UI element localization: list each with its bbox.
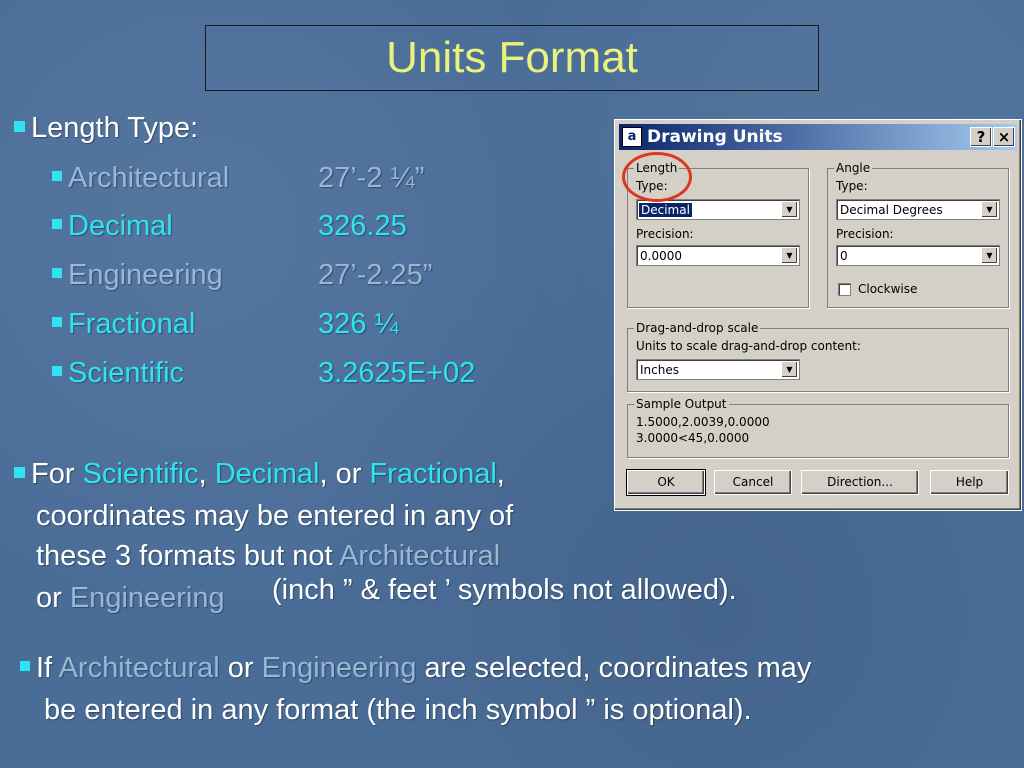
chevron-down-icon[interactable]: ▼ xyxy=(781,247,798,264)
chevron-down-icon[interactable]: ▼ xyxy=(981,201,998,218)
ok-button[interactable]: OK xyxy=(626,469,706,496)
term-decimal: Decimal xyxy=(214,458,320,490)
type-name: Fractional xyxy=(68,308,196,340)
type-name: Engineering xyxy=(68,259,223,291)
dialog-titlebar[interactable]: a Drawing Units ? × xyxy=(619,124,1017,150)
angle-type-select[interactable]: Decimal Degrees ▼ xyxy=(836,199,1000,220)
annotation-circle xyxy=(622,152,692,202)
list-item-architectural: Architectural xyxy=(52,162,229,195)
clockwise-checkbox[interactable] xyxy=(838,283,851,296)
term-engineering: Engineering xyxy=(69,582,225,614)
para1-line2: coordinates may be entered in any of xyxy=(36,500,514,532)
length-precision-value: 0.0000 xyxy=(640,249,682,263)
cancel-button[interactable]: Cancel xyxy=(714,470,792,495)
para1-line4a: or Engineering xyxy=(36,578,225,618)
text: , xyxy=(198,458,215,490)
title-box: Units Format xyxy=(205,25,819,91)
type-example: 326.25 xyxy=(318,210,407,242)
term-architectural: Architectural xyxy=(339,540,501,572)
help-button[interactable]: Help xyxy=(930,470,1009,495)
bullet-icon xyxy=(52,268,62,279)
length-type-value: Decimal xyxy=(639,203,692,217)
sample-output-label: Sample Output xyxy=(634,397,729,411)
type-name: Scientific xyxy=(68,357,185,389)
dialog-title: Drawing Units xyxy=(647,127,783,147)
dnd-label: Units to scale drag-and-drop content: xyxy=(636,339,861,353)
slide-title: Units Format xyxy=(386,33,638,82)
term-architectural: Architectural xyxy=(58,652,220,684)
dnd-group: Drag-and-drop scale Units to scale drag-… xyxy=(627,321,1009,392)
chevron-down-icon[interactable]: ▼ xyxy=(781,201,798,218)
term-scientific: Scientific xyxy=(82,458,199,490)
para1-line4b: (inch ” & feet ’ symbols not allowed). xyxy=(272,574,737,606)
bullet-icon xyxy=(52,317,62,328)
text: or xyxy=(219,652,262,684)
angle-group-label: Angle xyxy=(834,161,873,175)
chevron-down-icon[interactable]: ▼ xyxy=(981,247,998,264)
bullet-icon xyxy=(52,219,62,230)
type-example: 27’-2.25” xyxy=(318,259,433,291)
bullet-icon xyxy=(14,120,25,132)
app-icon: a xyxy=(622,127,642,147)
sample-line-1: 1.5000,2.0039,0.0000 xyxy=(636,415,770,429)
length-type-select[interactable]: Decimal ▼ xyxy=(636,199,800,220)
text: If xyxy=(36,652,59,684)
term-fractional: Fractional xyxy=(369,458,497,490)
type-example: 27’-2 ¼” xyxy=(318,162,425,194)
angle-precision-value: 0 xyxy=(840,249,848,263)
dnd-group-label: Drag-and-drop scale xyxy=(634,321,761,335)
sample-output-group: Sample Output 1.5000,2.0039,0.0000 3.000… xyxy=(627,397,1009,458)
type-name: Decimal xyxy=(68,210,173,242)
length-precision-label: Precision: xyxy=(636,227,694,241)
dnd-units-select[interactable]: Inches ▼ xyxy=(636,359,800,380)
dnd-units-value: Inches xyxy=(640,363,679,377)
bullet-icon xyxy=(20,661,30,672)
direction-button[interactable]: Direction... xyxy=(801,470,919,495)
text: , xyxy=(496,458,505,490)
para2-line2: be entered in any format (the inch symbo… xyxy=(44,694,752,726)
list-item-decimal: Decimal xyxy=(52,210,173,243)
close-icon[interactable]: × xyxy=(993,127,1015,147)
bullet-icon xyxy=(52,366,62,377)
angle-group: Angle Type: Decimal Degrees ▼ Precision:… xyxy=(827,161,1009,308)
text: or xyxy=(36,582,70,614)
help-icon[interactable]: ? xyxy=(970,127,992,147)
clockwise-label[interactable]: Clockwise xyxy=(858,282,917,296)
length-type-heading-text: Length Type: xyxy=(31,112,199,144)
sample-line-2: 3.0000<45,0.0000 xyxy=(636,431,750,445)
angle-precision-label: Precision: xyxy=(836,227,894,241)
angle-precision-select[interactable]: 0 ▼ xyxy=(836,245,1000,266)
list-item-fractional: Fractional xyxy=(52,308,195,341)
list-item-engineering: Engineering xyxy=(52,259,223,292)
text: , or xyxy=(319,458,370,490)
text: these 3 formats but not xyxy=(36,540,340,572)
list-item-scientific: Scientific xyxy=(52,357,184,390)
bullet-icon xyxy=(52,171,62,182)
angle-type-label: Type: xyxy=(836,179,868,193)
text: are selected, coordinates may xyxy=(416,652,812,684)
length-precision-select[interactable]: 0.0000 ▼ xyxy=(636,245,800,266)
angle-type-value: Decimal Degrees xyxy=(840,203,943,217)
type-example: 3.2625E+02 xyxy=(318,357,476,389)
type-example: 326 ¼ xyxy=(318,308,399,340)
text: For xyxy=(31,458,83,490)
length-type-heading: Length Type: xyxy=(14,112,198,145)
para1-line1: For Scientific, Decimal, or Fractional, xyxy=(14,454,505,494)
bullet-icon xyxy=(14,466,25,478)
term-engineering: Engineering xyxy=(261,652,417,684)
chevron-down-icon[interactable]: ▼ xyxy=(781,361,798,378)
para2-line1: If Architectural or Engineering are sele… xyxy=(20,648,811,688)
type-name: Architectural xyxy=(68,162,230,194)
